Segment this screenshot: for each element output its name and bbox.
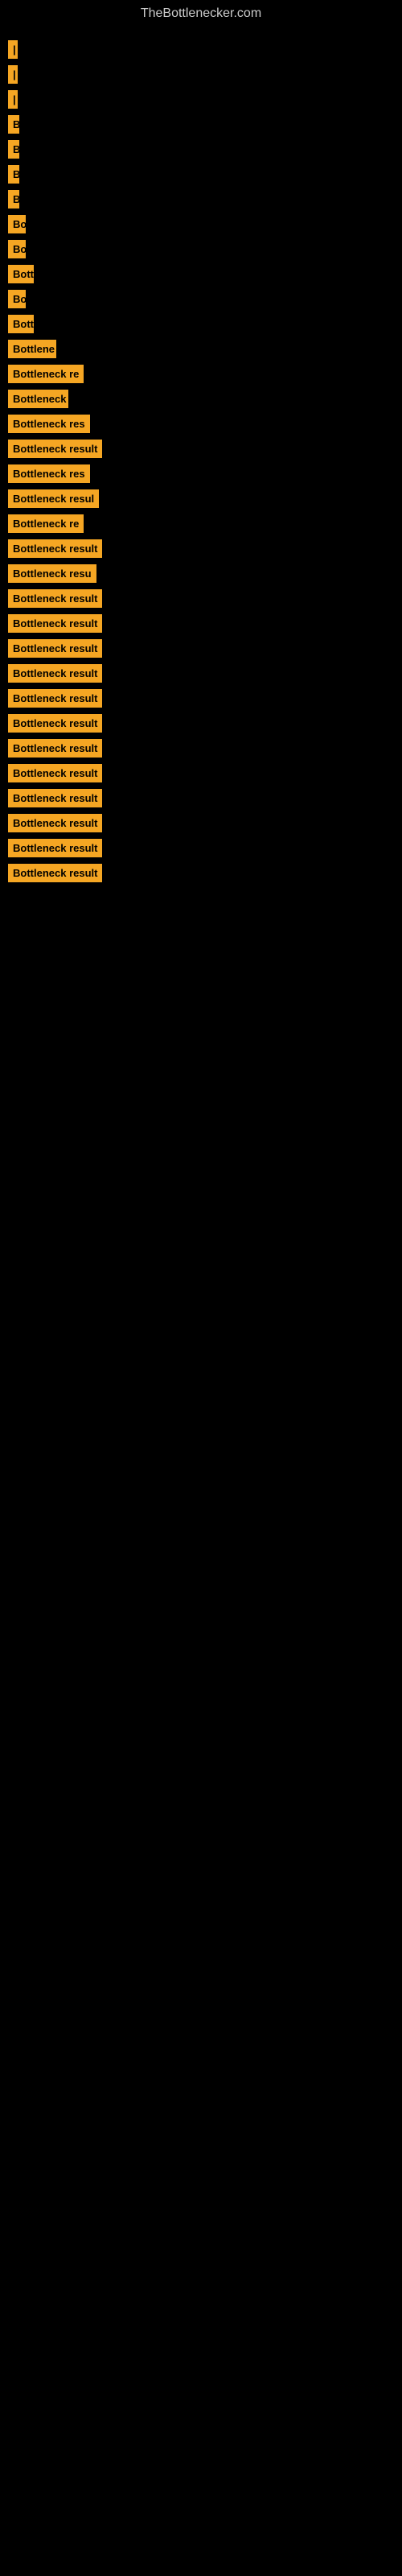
list-item: B — [8, 140, 394, 159]
list-item: B — [8, 115, 394, 134]
bottleneck-label: Bottleneck res — [8, 464, 90, 483]
list-item: Bottleneck result — [8, 739, 394, 758]
bottleneck-label: Bott — [8, 315, 34, 333]
bottleneck-label: Bo — [8, 240, 26, 258]
bottleneck-label: Bottleneck result — [8, 440, 102, 458]
bottleneck-label: Bottleneck resu — [8, 564, 96, 583]
list-item: Bottleneck resu — [8, 564, 394, 583]
bottleneck-label: Bottleneck result — [8, 714, 102, 733]
list-item: Bo — [8, 215, 394, 233]
bottleneck-label: Bottleneck result — [8, 664, 102, 683]
list-item: Bottleneck result — [8, 864, 394, 882]
list-item: Bott — [8, 265, 394, 283]
list-item: Bottleneck result — [8, 639, 394, 658]
bottleneck-label: Bo — [8, 290, 26, 308]
list-item: Bottleneck result — [8, 689, 394, 708]
list-item: Bottleneck result — [8, 789, 394, 807]
bottleneck-label: Bottleneck result — [8, 764, 102, 782]
bottleneck-label: Bottleneck result — [8, 614, 102, 633]
bottleneck-label: B — [8, 165, 19, 184]
list-item: Bottleneck result — [8, 839, 394, 857]
bottleneck-label: Bottleneck — [8, 390, 68, 408]
items-list: |||BBBBBoBoBottBoBottBottleneBottleneck … — [0, 24, 402, 897]
list-item: Bottleneck resul — [8, 489, 394, 508]
bottleneck-label: Bottleneck re — [8, 365, 84, 383]
list-item: B — [8, 165, 394, 184]
list-item: | — [8, 40, 394, 59]
bottleneck-label: Bottleneck res — [8, 415, 90, 433]
list-item: | — [8, 65, 394, 84]
list-item: Bott — [8, 315, 394, 333]
list-item: Bottleneck result — [8, 764, 394, 782]
bottleneck-label: Bottleneck resul — [8, 489, 99, 508]
list-item: Bo — [8, 290, 394, 308]
bottleneck-label: Bottleneck re — [8, 514, 84, 533]
bottleneck-label: B — [8, 115, 19, 134]
list-item: Bottleneck re — [8, 514, 394, 533]
list-item: Bottleneck result — [8, 539, 394, 558]
bottleneck-label: Bottlene — [8, 340, 56, 358]
list-item: Bottlene — [8, 340, 394, 358]
site-title-text: TheBottlenecker.com — [141, 6, 261, 20]
list-item: Bottleneck result — [8, 664, 394, 683]
list-item: Bottleneck — [8, 390, 394, 408]
bottleneck-label: Bottleneck result — [8, 864, 102, 882]
list-item: Bottleneck result — [8, 714, 394, 733]
bottleneck-label: | — [8, 65, 18, 84]
list-item: B — [8, 190, 394, 208]
bottleneck-label: Bo — [8, 215, 26, 233]
bottleneck-label: Bottleneck result — [8, 639, 102, 658]
bottleneck-label: Bottleneck result — [8, 839, 102, 857]
list-item: Bottleneck result — [8, 614, 394, 633]
list-item: Bottleneck re — [8, 365, 394, 383]
bottleneck-label: Bottleneck result — [8, 739, 102, 758]
list-item: Bottleneck result — [8, 440, 394, 458]
bottleneck-label: | — [8, 40, 18, 59]
list-item: Bottleneck result — [8, 589, 394, 608]
bottleneck-label: Bottleneck result — [8, 689, 102, 708]
list-item: Bottleneck result — [8, 814, 394, 832]
bottleneck-label: Bottleneck result — [8, 789, 102, 807]
list-item: Bottleneck res — [8, 464, 394, 483]
bottleneck-label: B — [8, 140, 19, 159]
bottleneck-label: Bott — [8, 265, 34, 283]
bottleneck-label: | — [8, 90, 18, 109]
site-title: TheBottlenecker.com — [0, 0, 402, 24]
bottleneck-label: B — [8, 190, 19, 208]
bottleneck-label: Bottleneck result — [8, 814, 102, 832]
list-item: Bottleneck res — [8, 415, 394, 433]
list-item: | — [8, 90, 394, 109]
list-item: Bo — [8, 240, 394, 258]
bottleneck-label: Bottleneck result — [8, 539, 102, 558]
bottleneck-label: Bottleneck result — [8, 589, 102, 608]
